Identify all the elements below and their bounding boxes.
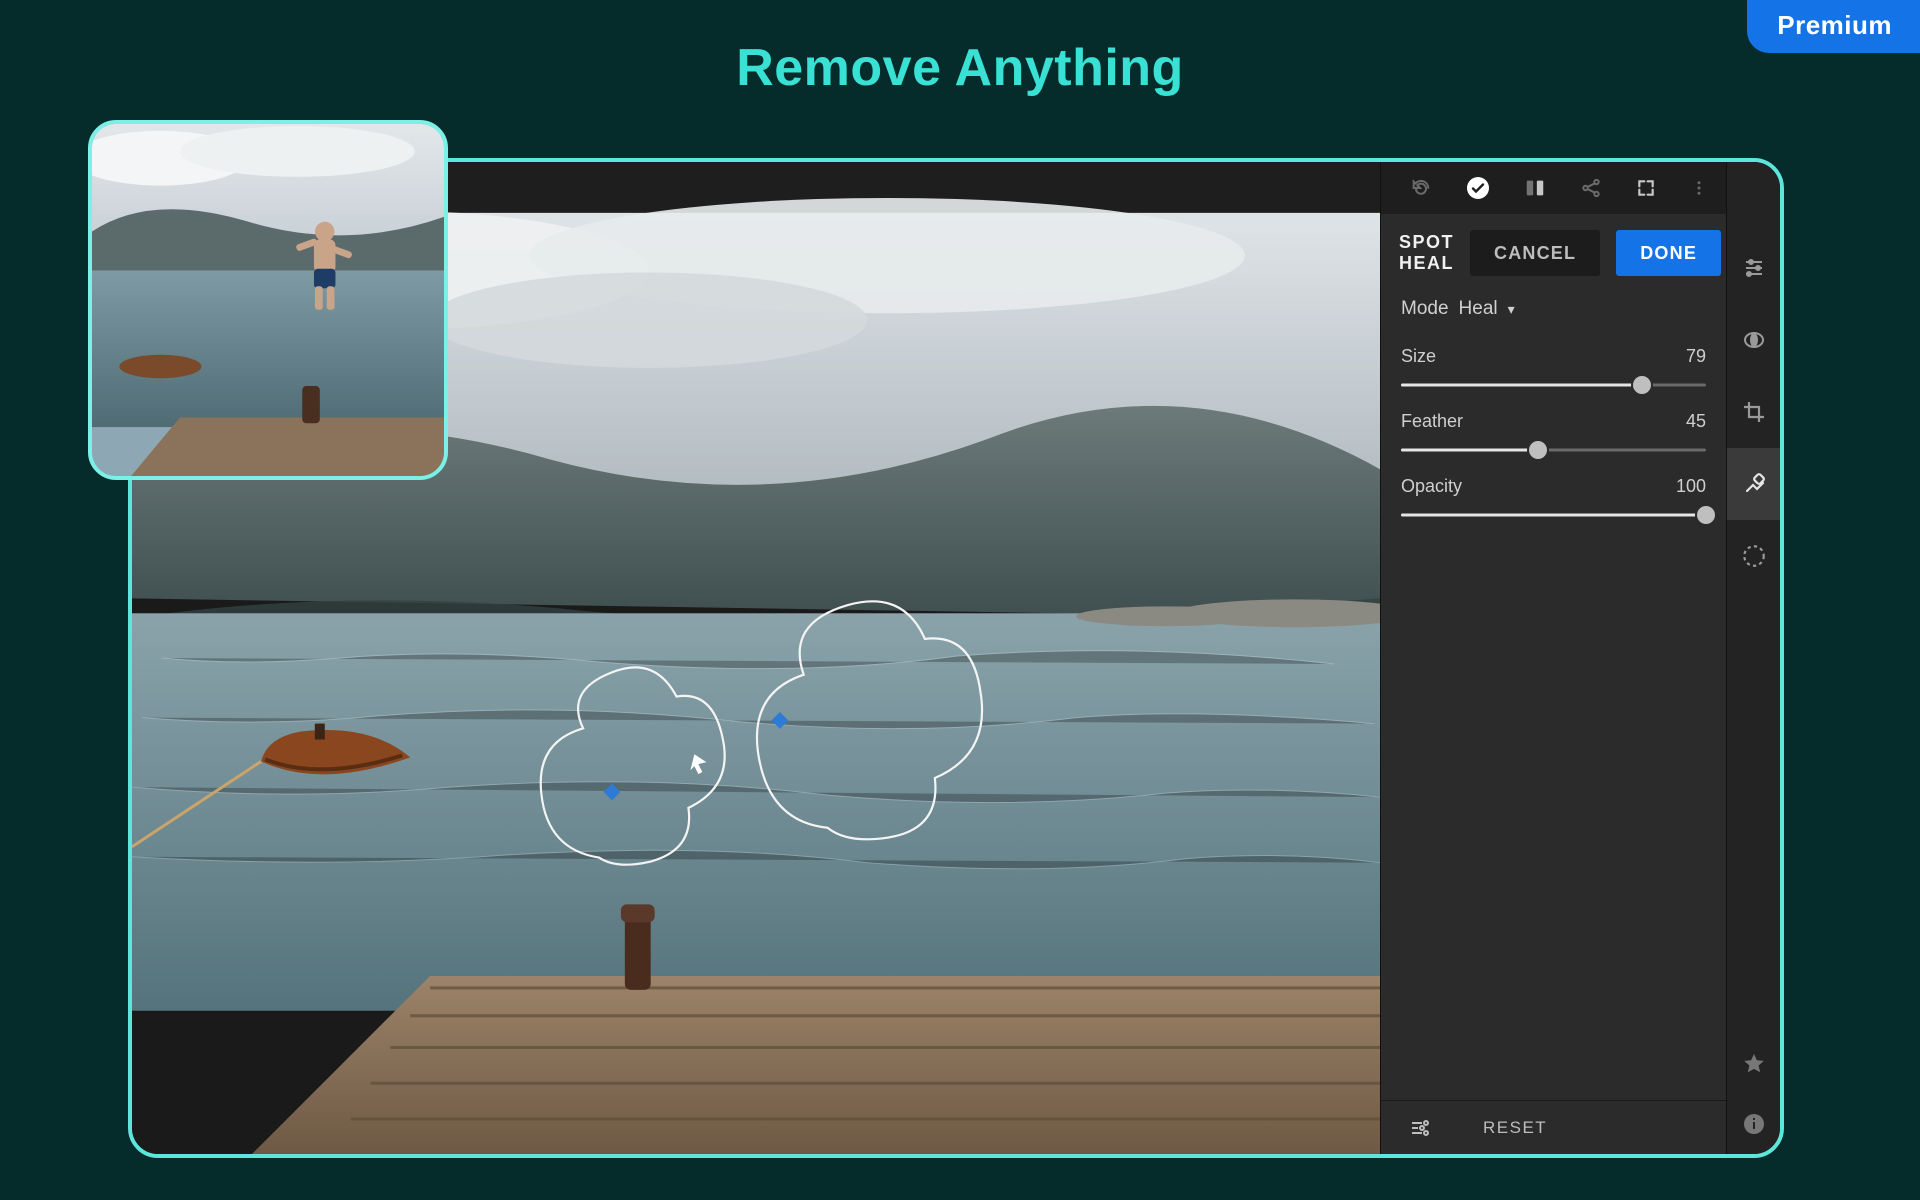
chevron-down-icon: ▾ — [1508, 301, 1515, 318]
feather-value: 45 — [1686, 411, 1706, 432]
feather-slider[interactable]: Feather 45 — [1401, 411, 1706, 462]
masking-tool-icon[interactable] — [1727, 304, 1781, 376]
mode-value: Heal — [1459, 298, 1498, 320]
right-rail: SPOT HEAL CANCEL DONE Mode Heal ▾ Size 7… — [1380, 162, 1780, 1154]
tool-strip — [1726, 162, 1780, 1154]
size-label: Size — [1401, 346, 1436, 367]
slider-group: Size 79 Feather 45 Opacity 100 — [1381, 326, 1726, 527]
accept-icon[interactable] — [1466, 175, 1490, 201]
info-icon[interactable] — [1727, 1094, 1781, 1154]
star-icon[interactable] — [1727, 1034, 1781, 1094]
adjust-preset-icon[interactable] — [1407, 1115, 1433, 1141]
undo-icon[interactable] — [1410, 175, 1432, 201]
spot-heal-panel: SPOT HEAL CANCEL DONE Mode Heal ▾ Size 7… — [1380, 162, 1726, 1154]
canvas-top-actions — [1381, 162, 1726, 214]
mode-label: Mode — [1401, 298, 1449, 320]
adjust-tool-icon[interactable] — [1727, 232, 1781, 304]
done-button[interactable]: DONE — [1616, 230, 1721, 276]
compare-icon[interactable] — [1524, 175, 1546, 201]
before-thumbnail — [88, 120, 448, 480]
hero-title: Remove Anything — [0, 38, 1920, 98]
done-label: DONE — [1640, 243, 1697, 264]
opacity-label: Opacity — [1401, 476, 1462, 497]
crop-tool-icon[interactable] — [1727, 376, 1781, 448]
panel-action-row: SPOT HEAL CANCEL DONE — [1381, 214, 1726, 294]
fullscreen-icon[interactable] — [1636, 175, 1656, 201]
opacity-slider[interactable]: Opacity 100 — [1401, 476, 1706, 527]
hero-title-text: Remove Anything — [736, 39, 1184, 97]
size-value: 79 — [1686, 346, 1706, 367]
cursor-icon — [690, 754, 706, 774]
size-slider[interactable]: Size 79 — [1401, 346, 1706, 397]
cancel-label: CANCEL — [1494, 243, 1576, 264]
cancel-button[interactable]: CANCEL — [1470, 230, 1600, 276]
share-icon[interactable] — [1580, 175, 1602, 201]
radial-tool-icon[interactable] — [1727, 520, 1781, 592]
healing-tool-icon[interactable] — [1727, 448, 1781, 520]
reset-button[interactable]: RESET — [1483, 1118, 1547, 1138]
opacity-value: 100 — [1676, 476, 1706, 497]
premium-label: Premium — [1777, 10, 1892, 40]
mode-selector[interactable]: Mode Heal ▾ — [1381, 294, 1726, 326]
panel-title: SPOT HEAL — [1399, 232, 1454, 274]
more-icon[interactable] — [1690, 175, 1708, 201]
feather-label: Feather — [1401, 411, 1463, 432]
panel-footer: RESET — [1381, 1100, 1726, 1154]
